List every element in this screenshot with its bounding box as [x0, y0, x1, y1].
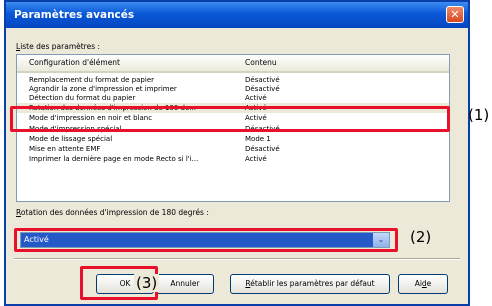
row-item-name: Mode de lissage spécial	[29, 135, 113, 143]
close-icon[interactable]: ✕	[446, 6, 464, 23]
row-item-name: Détection du format du papier	[29, 94, 136, 102]
callout-box-2	[14, 228, 398, 252]
row-item-value: Mode 1	[245, 135, 271, 143]
row-item-name: Mise en attente EMF	[29, 145, 101, 153]
row-item-value: Désactivé	[245, 145, 280, 153]
column-header-item[interactable]: Configuration d'élément	[29, 58, 120, 67]
list-row[interactable]: Imprimer la dernière page en mode Recto …	[17, 154, 449, 164]
callout-label-3: (3)	[134, 274, 160, 292]
list-row[interactable]: Détection du format du papier Activé	[17, 93, 449, 103]
dialog-title: Paramètres avancés	[14, 9, 135, 21]
advanced-settings-dialog: Paramètres avancés ✕ Liste des paramètre…	[4, 0, 470, 306]
reset-defaults-button[interactable]: Rétablir les paramètres par défaut	[230, 274, 390, 294]
list-row[interactable]: Mode de lissage spécial Mode 1	[17, 134, 449, 144]
help-button[interactable]: Aide	[398, 274, 448, 294]
column-header-content[interactable]: Contenu	[245, 58, 277, 67]
callout-label-2: (2)	[410, 228, 432, 246]
title-bar[interactable]: Paramètres avancés ✕	[6, 2, 468, 28]
callout-label-1: (1)	[468, 106, 490, 124]
cancel-button[interactable]: Annuler	[156, 274, 214, 294]
settings-list-label: Liste des paramètres :	[16, 42, 101, 51]
callout-box-1	[10, 106, 450, 132]
list-header: Configuration d'élément Contenu	[17, 55, 449, 73]
row-item-value: Activé	[245, 155, 267, 163]
list-row[interactable]: Mise en attente EMF Désactivé	[17, 144, 449, 154]
row-item-value: Activé	[245, 94, 267, 102]
rotation-label: Rotation des données d'impression de 180…	[16, 208, 209, 217]
separator	[14, 258, 460, 260]
row-item-name: Imprimer la dernière page en mode Recto …	[29, 155, 199, 163]
